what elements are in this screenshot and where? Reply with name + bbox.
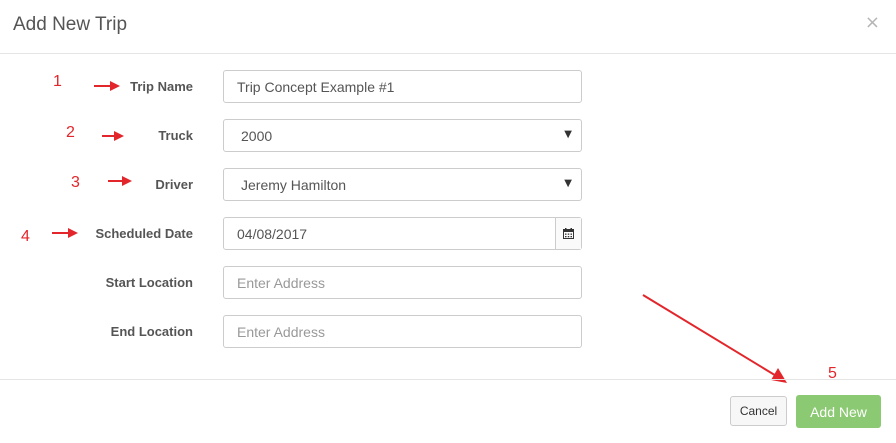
end-location-label: End Location bbox=[110, 324, 193, 339]
start-location-label: Start Location bbox=[105, 275, 193, 290]
truck-label: Truck bbox=[158, 128, 193, 143]
driver-label: Driver bbox=[155, 177, 193, 192]
driver-value: Jeremy Hamilton bbox=[241, 177, 347, 193]
annotation-arrow-icon bbox=[94, 81, 120, 91]
annotation-arrow-icon bbox=[108, 176, 132, 186]
annotation-arrow-icon bbox=[102, 131, 124, 141]
footer-divider bbox=[0, 379, 896, 380]
driver-select[interactable]: Jeremy Hamilton ▼ bbox=[223, 168, 582, 201]
chevron-down-icon: ▼ bbox=[564, 178, 572, 189]
scheduled-date-value: 04/08/2017 bbox=[237, 226, 308, 242]
cancel-button[interactable]: Cancel bbox=[730, 396, 787, 426]
trip-name-input[interactable]: Trip Concept Example #1 bbox=[223, 70, 582, 103]
annotation-number-5: 5 bbox=[828, 365, 837, 382]
annotation-arrow-icon bbox=[52, 228, 78, 238]
calendar-icon bbox=[563, 228, 574, 239]
annotation-number-1: 1 bbox=[53, 73, 62, 90]
calendar-button[interactable] bbox=[555, 218, 581, 249]
trip-name-value: Trip Concept Example #1 bbox=[237, 79, 395, 95]
annotation-number-3: 3 bbox=[71, 174, 80, 191]
chevron-down-icon: ▼ bbox=[564, 129, 572, 140]
modal-title: Add New Trip bbox=[13, 14, 128, 35]
add-new-button[interactable]: Add New bbox=[796, 395, 881, 428]
scheduled-date-input[interactable]: 04/08/2017 bbox=[223, 217, 582, 250]
truck-value: 2000 bbox=[241, 128, 273, 144]
modal-header: Add New Trip × bbox=[0, 0, 896, 54]
end-location-input[interactable]: Enter Address bbox=[223, 315, 582, 348]
start-location-input[interactable]: Enter Address bbox=[223, 266, 582, 299]
start-location-placeholder: Enter Address bbox=[237, 275, 325, 291]
annotation-number-2: 2 bbox=[66, 124, 75, 141]
close-icon[interactable]: × bbox=[865, 12, 880, 33]
annotation-arrow-icon bbox=[642, 294, 787, 383]
truck-select[interactable]: 2000 ▼ bbox=[223, 119, 582, 152]
end-location-placeholder: Enter Address bbox=[237, 324, 325, 340]
annotation-number-4: 4 bbox=[21, 228, 30, 245]
